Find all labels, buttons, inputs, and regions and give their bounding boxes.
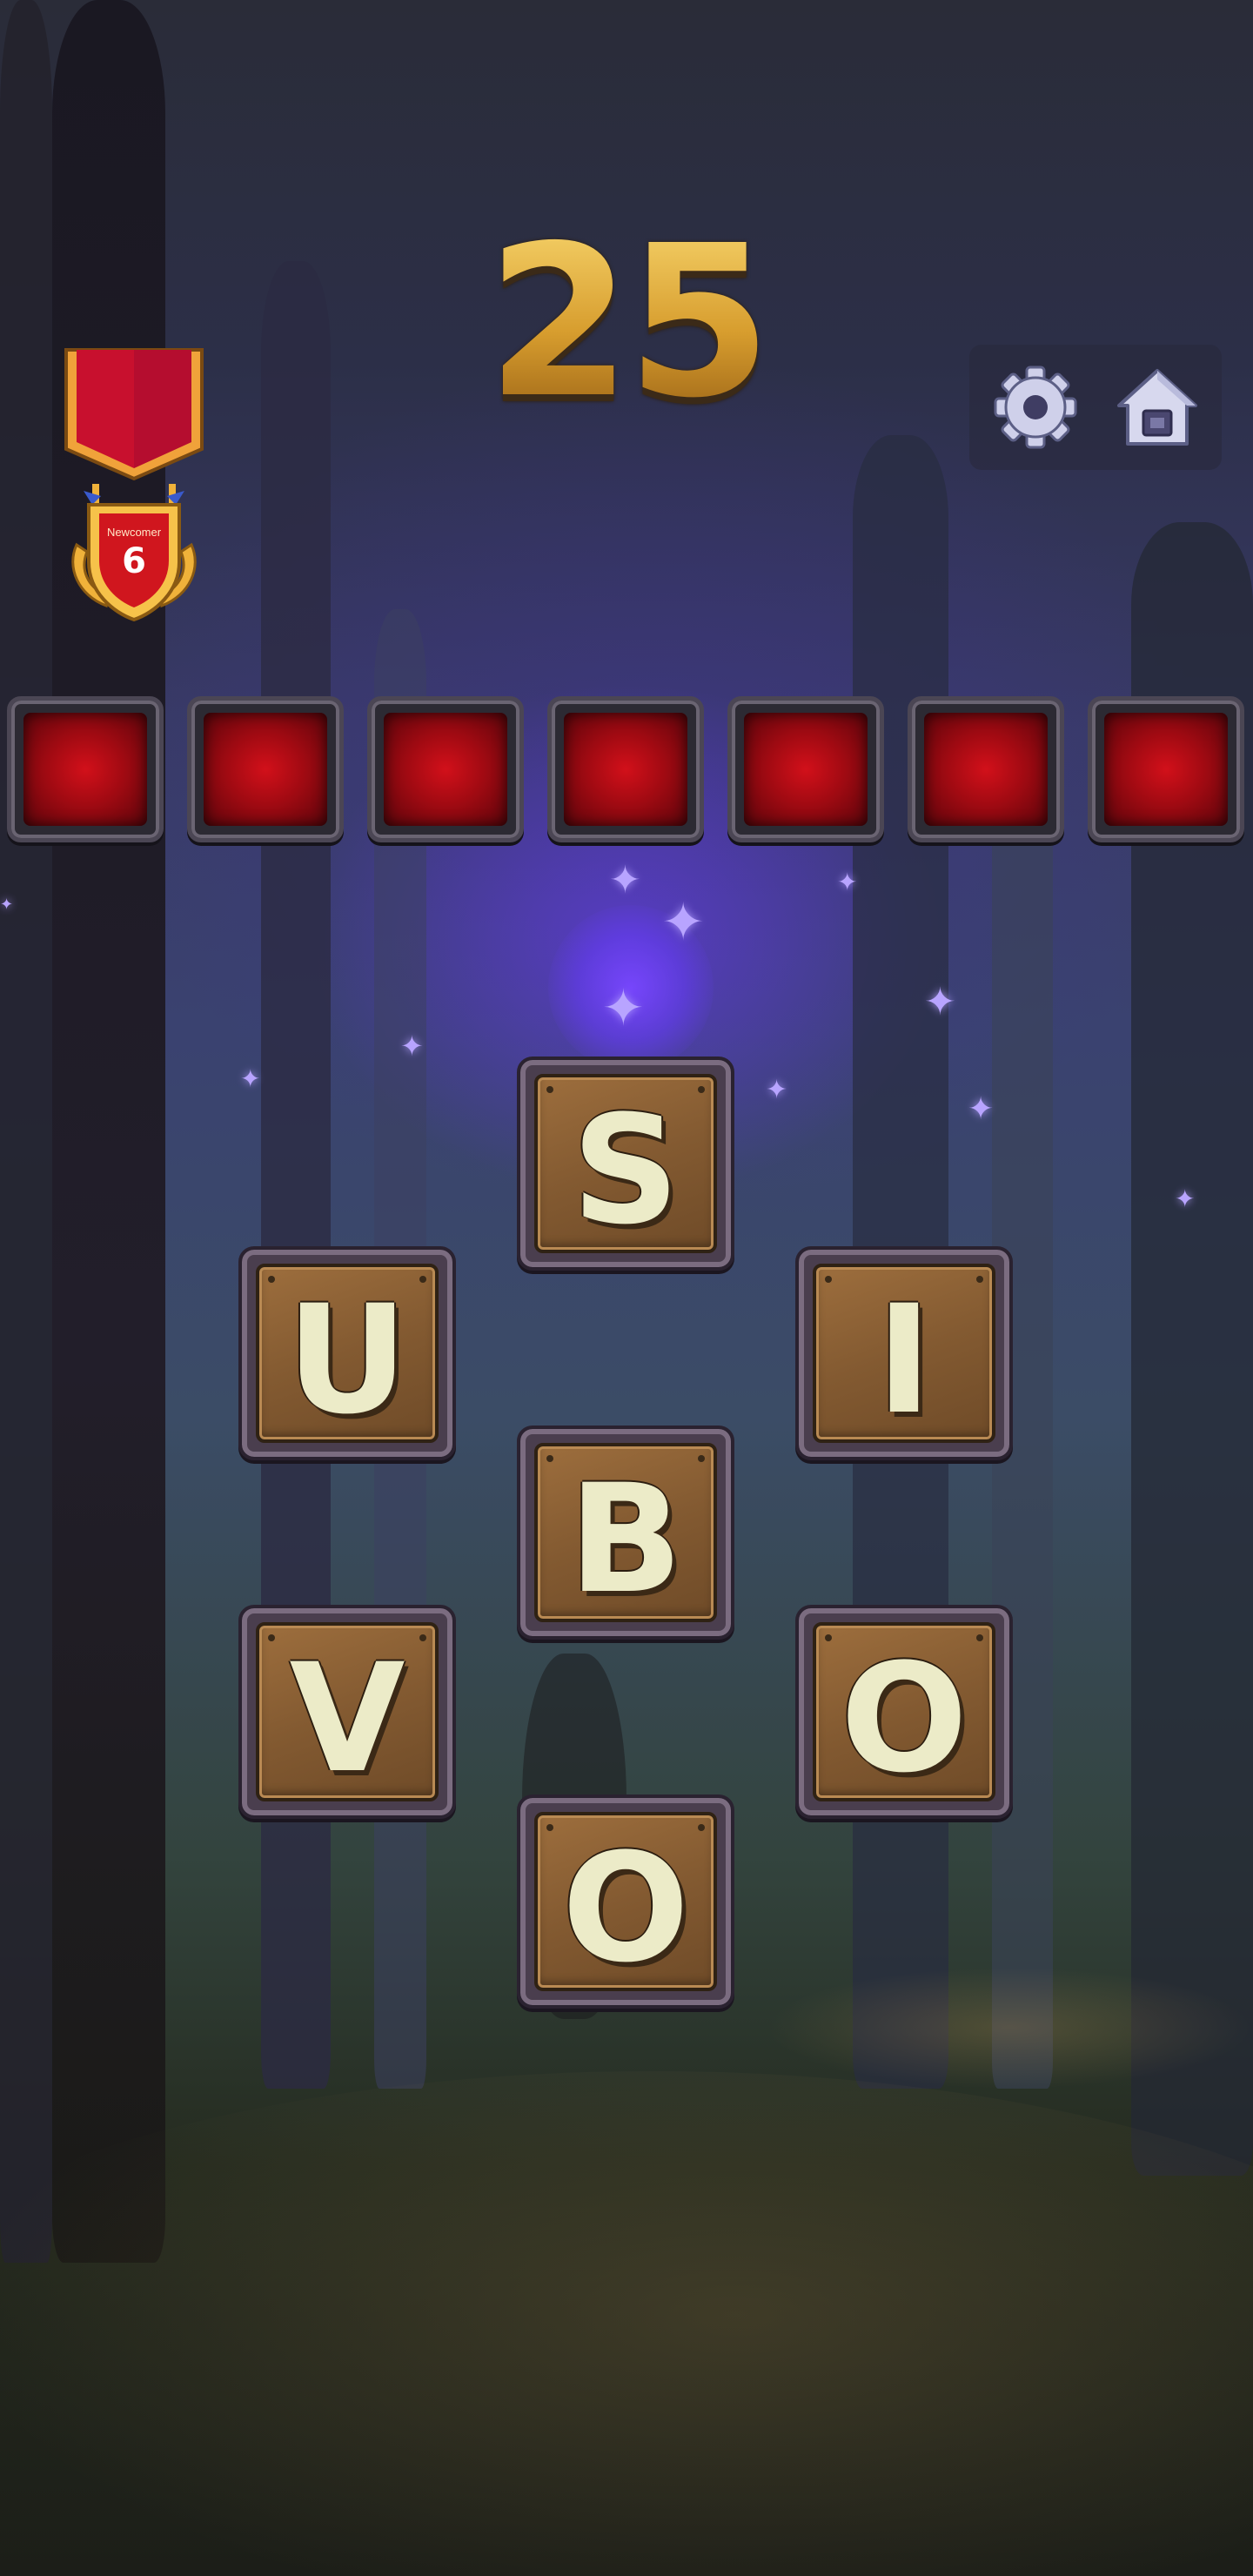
- letter-tile-u[interactable]: U: [238, 1246, 456, 1460]
- letter-tile-i[interactable]: I: [795, 1246, 1013, 1460]
- letter-tile-b[interactable]: B: [517, 1426, 734, 1640]
- rank-title: Newcomer: [106, 526, 162, 539]
- tile-letter: O: [561, 1821, 690, 1996]
- tile-letter: I: [876, 1272, 932, 1447]
- sparkle-icon: ✦: [968, 1090, 995, 1126]
- answer-slot[interactable]: [727, 696, 884, 842]
- answer-slot[interactable]: [547, 696, 704, 842]
- settings-button[interactable]: [987, 359, 1084, 456]
- tile-letter: V: [289, 1631, 405, 1806]
- gear-icon: [994, 366, 1077, 449]
- ribbon-icon: [64, 348, 204, 481]
- rank-level: 6: [122, 541, 146, 581]
- home-icon: [1117, 369, 1197, 446]
- sparkle-icon: ✦: [0, 896, 14, 913]
- sparkle-icon: ✦: [924, 981, 956, 1023]
- sparkle-icon: ✦: [240, 1065, 261, 1092]
- answer-slot[interactable]: [1088, 696, 1244, 842]
- sparkle-icon: ✦: [766, 1076, 788, 1104]
- sparkle-icon: ✦: [661, 893, 706, 951]
- sparkle-icon: ✦: [609, 859, 641, 902]
- tile-letter: B: [568, 1452, 683, 1627]
- letter-tile-o[interactable]: O: [517, 1794, 734, 2009]
- letter-tile-v[interactable]: V: [238, 1605, 456, 1819]
- game-screen: ✦ ✦ ✦ ✦ ✦ ✦ ✦ ✦ ✦ ✦ ✦ 25 Newcomer 6 S U …: [0, 0, 1253, 2576]
- answer-slot[interactable]: [908, 696, 1064, 842]
- top-controls: [969, 345, 1222, 470]
- tile-letter: S: [572, 1083, 680, 1258]
- sparkle-icon: ✦: [1175, 1185, 1196, 1212]
- score-counter: 25: [452, 218, 801, 426]
- sparkle-icon: ✦: [400, 1030, 424, 1062]
- answer-slots: [0, 696, 1253, 856]
- answer-slot[interactable]: [7, 696, 164, 842]
- letter-tile-s[interactable]: S: [517, 1057, 734, 1271]
- letter-tile-o[interactable]: O: [795, 1605, 1013, 1819]
- answer-slot[interactable]: [187, 696, 344, 842]
- sparkle-icon: ✦: [602, 980, 645, 1036]
- home-button[interactable]: [1109, 359, 1206, 456]
- answer-slot[interactable]: [367, 696, 524, 842]
- tile-letter: U: [286, 1272, 408, 1447]
- sparkle-icon: ✦: [837, 869, 858, 896]
- tile-letter: O: [840, 1631, 968, 1806]
